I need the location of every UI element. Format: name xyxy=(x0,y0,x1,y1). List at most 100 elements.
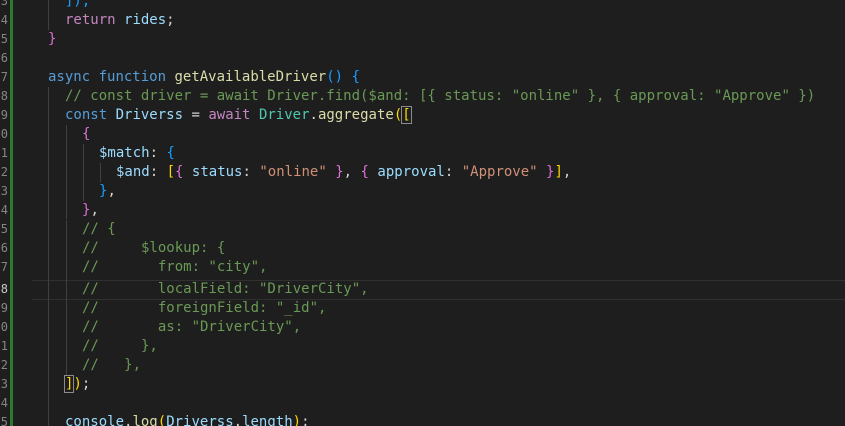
code-line: { xyxy=(82,125,90,144)
line-number: 6 xyxy=(0,241,8,255)
token-brace: { xyxy=(360,164,369,180)
token-punct: : xyxy=(242,164,251,180)
code-line: console.log(Driverss.length); xyxy=(65,413,310,426)
token-keyword: async xyxy=(48,69,91,85)
code-line: async function getAvailableDriver() { xyxy=(48,68,360,87)
token-operator: = xyxy=(191,107,200,123)
token-property: length xyxy=(242,414,293,426)
code-line: $match: { xyxy=(99,144,175,163)
token-keyword: return xyxy=(65,12,116,28)
token-keyword: function xyxy=(98,69,167,85)
code-line: // const driver = await Driver.find($and… xyxy=(65,87,815,106)
line-number: 3 xyxy=(0,184,8,198)
token-brace: { xyxy=(175,164,184,180)
token-string: "Approve" xyxy=(461,164,538,180)
line-number: 4 xyxy=(0,13,8,27)
token-brace: { xyxy=(351,69,360,85)
token-punct: : xyxy=(149,164,159,180)
code-line: // { xyxy=(82,220,116,239)
line-number: 0 xyxy=(0,320,8,334)
token-punct: , xyxy=(90,202,99,218)
token-keyword: const xyxy=(65,107,108,123)
line-number: 1 xyxy=(0,146,8,160)
token-punct: ; xyxy=(166,12,175,28)
token-punct: ; xyxy=(301,414,310,426)
token-paren: ( xyxy=(393,107,403,123)
token-comment: // as: "DriverCity", xyxy=(82,319,302,335)
line-number: 2 xyxy=(0,358,8,372)
line-number: 5 xyxy=(0,415,8,426)
token: ]); xyxy=(65,0,91,9)
code-editor[interactable]: 3 4 5 6 7 8 9 0 1 2 3 4 5 6 7 8 9 0 1 2 … xyxy=(0,0,845,426)
token-paren: ) xyxy=(334,69,344,85)
token-function: log xyxy=(132,414,158,426)
git-change-indicator xyxy=(10,0,13,426)
token-comment: // const driver = await Driver.find($and… xyxy=(65,88,816,104)
token-variable: Driverss xyxy=(115,107,184,123)
line-number: 7 xyxy=(0,70,8,84)
code-line: $and: [{ status: "online" }, { approval:… xyxy=(116,163,571,182)
code-line: // }, xyxy=(82,337,158,356)
code-line: return rides; xyxy=(65,11,175,30)
token-punct: : xyxy=(444,164,454,180)
code-line: // }, xyxy=(82,356,141,375)
token-punct: ; xyxy=(81,376,91,392)
code-line: ]); xyxy=(63,375,91,394)
token-paren: ( xyxy=(326,69,335,85)
line-number-gutter: 3 4 5 6 7 8 9 0 1 2 3 4 5 6 7 8 9 0 1 2 … xyxy=(0,0,10,426)
token-string: "online" xyxy=(259,164,327,180)
token-brace: { xyxy=(166,145,175,161)
code-line: }, xyxy=(99,182,116,201)
token-paren: ) xyxy=(73,376,82,392)
token-comment: // foreignField: "_id", xyxy=(82,300,327,316)
token-punct: , xyxy=(343,164,353,180)
indent-guide xyxy=(48,0,49,30)
token-comment: // localField: "DriverCity", xyxy=(82,281,369,297)
token-object: console xyxy=(65,414,125,426)
line-number: 8 xyxy=(0,89,8,103)
token-comment: // $lookup: { xyxy=(82,240,226,256)
line-number: 4 xyxy=(0,203,8,217)
line-number: 0 xyxy=(0,127,8,141)
token-paren: ( xyxy=(157,414,167,426)
indent-guide xyxy=(66,125,67,219)
token-punct: , xyxy=(562,164,572,180)
token-punct: . xyxy=(233,414,243,426)
indent-guide xyxy=(100,163,101,182)
code-line: } xyxy=(48,30,56,49)
line-number: 9 xyxy=(0,108,8,122)
token-function: getAvailableDriver xyxy=(174,69,327,85)
token-variable: rides xyxy=(124,12,167,28)
token-comment: // from: "city", xyxy=(82,259,268,275)
token-property: approval xyxy=(377,164,445,180)
line-number: 2 xyxy=(0,165,8,179)
code-line: }, xyxy=(82,201,99,220)
line-number: 3 xyxy=(0,377,8,391)
token-paren: ) xyxy=(292,414,302,426)
token-variable: Driverss xyxy=(166,414,234,426)
token-property: $and xyxy=(116,164,150,180)
indent-guide xyxy=(48,87,49,426)
line-number: 1 xyxy=(0,339,8,353)
token-punct: . xyxy=(309,107,318,123)
code-line: // $lookup: { xyxy=(82,239,225,258)
indent-guide xyxy=(83,144,84,201)
line-number: 3 xyxy=(0,0,8,8)
token-bracket: ] xyxy=(554,164,563,180)
token-property: $match xyxy=(99,145,150,161)
token-class: Driver xyxy=(258,107,310,123)
line-number: 6 xyxy=(0,51,8,65)
token-punct: , xyxy=(107,183,116,199)
code-area[interactable]: ]); return rides; } async function getAv… xyxy=(14,0,845,426)
token-brace: } xyxy=(335,164,344,180)
code-line: // as: "DriverCity", xyxy=(82,318,301,337)
token-property: status xyxy=(191,164,243,180)
token-punct: : xyxy=(149,145,159,161)
token-bracket: [ xyxy=(166,164,176,180)
code-line: ]); xyxy=(65,0,90,11)
line-number-active: 8 xyxy=(0,282,8,296)
line-number: 7 xyxy=(0,260,8,274)
line-number: 5 xyxy=(0,32,8,46)
token-brace: { xyxy=(82,126,91,142)
code-line: // from: "city", xyxy=(82,258,267,277)
